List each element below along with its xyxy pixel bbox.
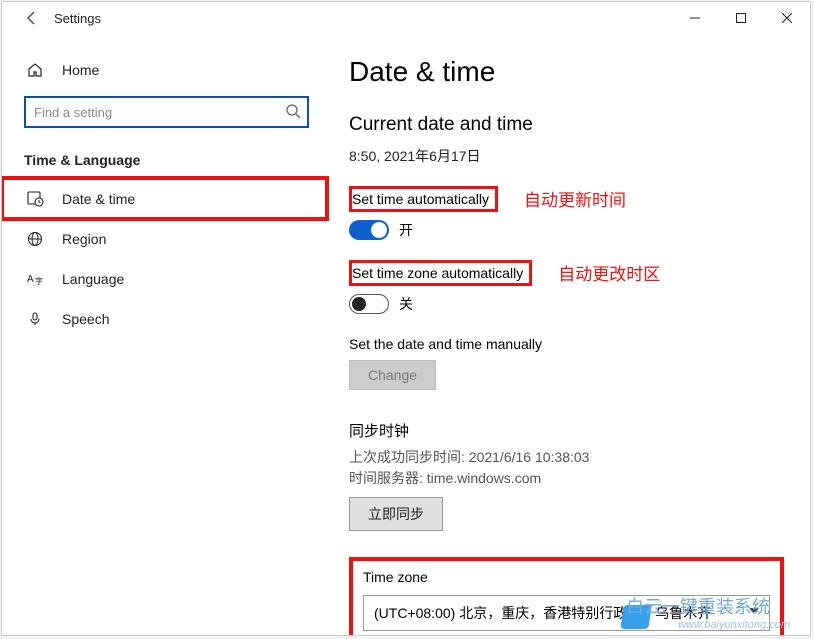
sidebar-item-language[interactable]: A字 Language [2,259,327,299]
watermark-url: www.baiyunxitong.com [678,619,790,631]
sidebar-item-region[interactable]: Region [2,219,327,259]
home-label: Home [62,62,99,78]
language-icon: A字 [24,271,46,287]
sync-server: 时间服务器: time.windows.com [349,468,810,489]
auto-time-toggle[interactable] [349,220,389,240]
maximize-button[interactable] [718,2,764,34]
sidebar-section-header: Time & Language [2,140,327,178]
sidebar: Home Time & Language Date & time Region [2,34,327,635]
manual-set-label: Set the date and time manually [349,336,810,352]
sync-now-button[interactable]: 立即同步 [349,497,443,531]
sidebar-item-date-time[interactable]: Date & time [2,178,327,219]
home-icon [24,62,46,78]
auto-time-label: Set time automatically [349,186,498,212]
change-button: Change [349,360,436,390]
auto-tz-toggle[interactable] [349,294,389,314]
watermark-brand: 白云一键重装系统 [626,593,770,619]
nav-label: Region [62,231,106,247]
nav-label: Speech [62,311,109,327]
search-icon [285,103,301,124]
globe-icon [24,231,46,247]
search-input[interactable] [24,96,309,128]
home-nav[interactable]: Home [2,52,327,88]
back-button[interactable] [16,2,48,34]
auto-tz-state: 关 [399,294,413,314]
calendar-clock-icon [24,190,46,207]
timezone-title: Time zone [363,569,770,585]
window-title: Settings [54,11,101,26]
main-content: Date & time Current date and time 8:50, … [327,34,810,635]
svg-text:字: 字 [35,276,43,286]
current-datetime: 8:50, 2021年6月17日 [349,146,810,166]
nav-label: Language [62,271,124,287]
nav-label: Date & time [62,191,135,207]
titlebar: Settings [2,2,810,34]
annotation-auto-tz: 自动更改时区 [558,260,660,285]
close-button[interactable] [764,2,810,34]
annotation-auto-time: 自动更新时间 [524,186,626,211]
page-title: Date & time [349,56,810,88]
sync-last: 上次成功同步时间: 2021/6/16 10:38:03 [349,447,810,468]
svg-text:A: A [27,274,34,285]
sidebar-item-speech[interactable]: Speech [2,299,327,339]
section-heading-current: Current date and time [349,114,810,136]
auto-time-state: 开 [399,220,413,240]
auto-tz-label: Set time zone automatically [349,260,532,286]
sync-heading: 同步时钟 [349,420,810,441]
microphone-icon [24,311,46,327]
minimize-button[interactable] [672,2,718,34]
